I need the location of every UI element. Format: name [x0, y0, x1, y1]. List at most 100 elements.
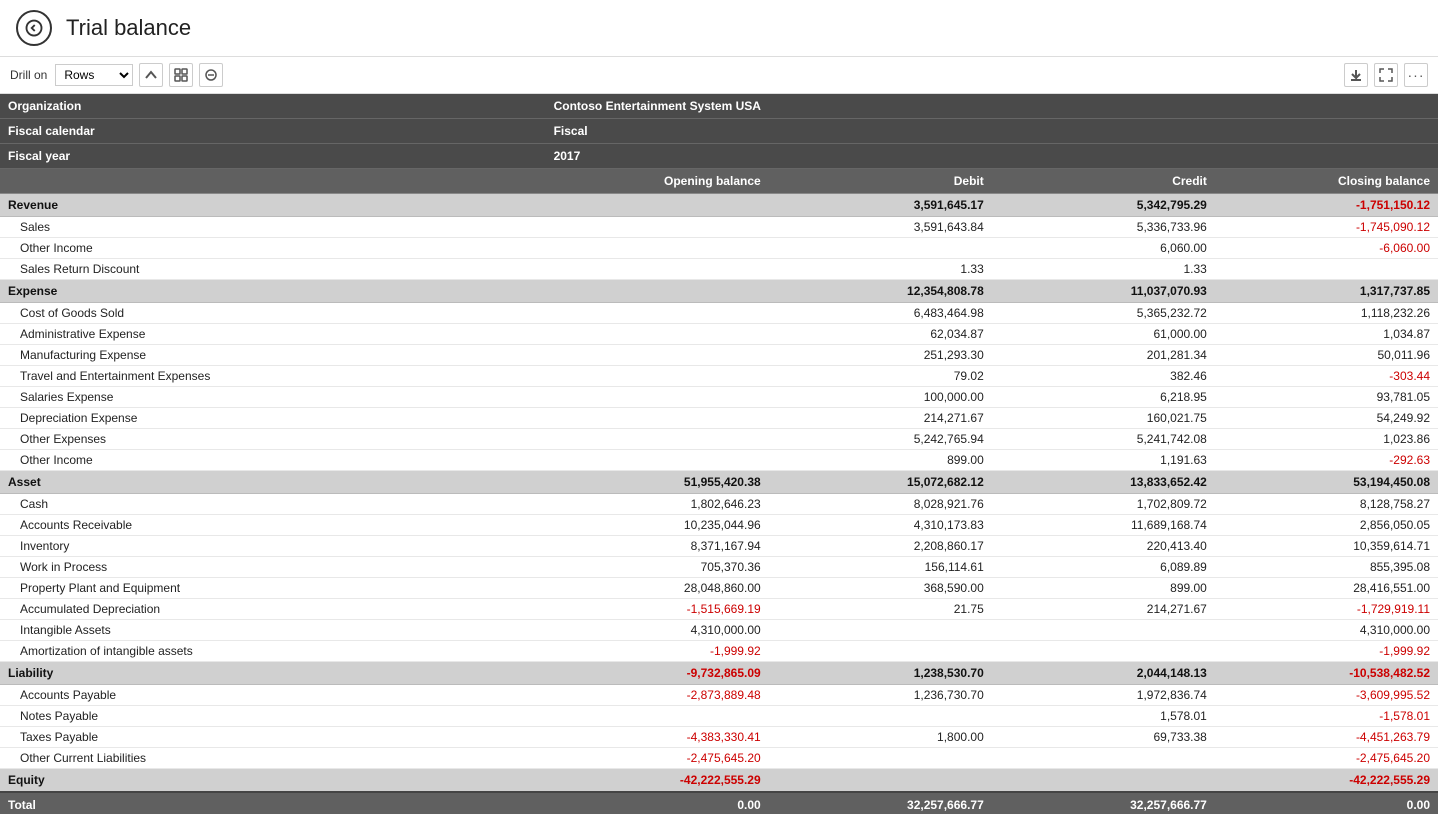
table-cell: 220,413.40: [992, 536, 1215, 557]
table-cell: 6,089.89: [992, 557, 1215, 578]
table-cell: 10,235,044.96: [546, 515, 769, 536]
category-cell: Revenue: [0, 194, 546, 217]
table-row: Accounts Payable-2,873,889.481,236,730.7…: [0, 685, 1438, 706]
category-cell: -10,538,482.52: [1215, 662, 1438, 685]
category-cell: Asset: [0, 471, 546, 494]
table-cell: [546, 303, 769, 324]
category-row: Liability-9,732,865.091,238,530.702,044,…: [0, 662, 1438, 685]
col-closing-header: Closing balance: [1215, 169, 1438, 194]
table-row: Property Plant and Equipment28,048,860.0…: [0, 578, 1438, 599]
table-cell: [546, 387, 769, 408]
category-cell: 2,044,148.13: [992, 662, 1215, 685]
column-header-row: Opening balance Debit Credit Closing bal…: [0, 169, 1438, 194]
category-cell: 1,317,737.85: [1215, 280, 1438, 303]
page-header: Trial balance: [0, 0, 1438, 57]
total-cell: 32,257,666.77: [992, 792, 1215, 814]
category-row: Expense12,354,808.7811,037,070.931,317,7…: [0, 280, 1438, 303]
table-cell: 251,293.30: [769, 345, 992, 366]
fullscreen-button[interactable]: [1374, 63, 1398, 87]
more-options-button[interactable]: ···: [1404, 63, 1428, 87]
category-cell: [992, 769, 1215, 793]
table-cell: -2,873,889.48: [546, 685, 769, 706]
table-cell: [992, 620, 1215, 641]
table-cell: 6,218.95: [992, 387, 1215, 408]
drill-up-button[interactable]: [139, 63, 163, 87]
table-cell: Salaries Expense: [0, 387, 546, 408]
table-cell: 899.00: [992, 578, 1215, 599]
table-cell: Travel and Entertainment Expenses: [0, 366, 546, 387]
table-cell: -1,729,919.11: [1215, 599, 1438, 620]
table-cell: 100,000.00: [769, 387, 992, 408]
total-cell: 0.00: [546, 792, 769, 814]
info-row-year: Fiscal year 2017: [0, 144, 1438, 169]
category-cell: 5,342,795.29: [992, 194, 1215, 217]
table-cell: [546, 324, 769, 345]
category-cell: 13,833,652.42: [992, 471, 1215, 494]
download-button[interactable]: [1344, 63, 1368, 87]
toolbar: Drill on Rows Columns: [0, 57, 1438, 94]
calendar-value: Fiscal: [546, 119, 1438, 144]
table-cell: 69,733.38: [992, 727, 1215, 748]
table-cell: Other Income: [0, 450, 546, 471]
category-cell: 53,194,450.08: [1215, 471, 1438, 494]
category-row: Asset51,955,420.3815,072,682.1213,833,65…: [0, 471, 1438, 494]
table-cell: -2,475,645.20: [546, 748, 769, 769]
table-cell: -6,060.00: [1215, 238, 1438, 259]
category-cell: 11,037,070.93: [992, 280, 1215, 303]
table-cell: -3,609,995.52: [1215, 685, 1438, 706]
table-row: Accounts Receivable10,235,044.964,310,17…: [0, 515, 1438, 536]
table-cell: [546, 366, 769, 387]
table-cell: [992, 748, 1215, 769]
table-cell: 28,048,860.00: [546, 578, 769, 599]
total-row: Total0.0032,257,666.7732,257,666.770.00: [0, 792, 1438, 814]
back-button[interactable]: [16, 10, 52, 46]
col-opening-header: Opening balance: [546, 169, 769, 194]
table-cell: -1,999.92: [1215, 641, 1438, 662]
trial-balance-table: Organization Contoso Entertainment Syste…: [0, 94, 1438, 814]
table-row: Cost of Goods Sold6,483,464.985,365,232.…: [0, 303, 1438, 324]
table-cell: Cash: [0, 494, 546, 515]
year-label: Fiscal year: [0, 144, 546, 169]
table-cell: Accounts Receivable: [0, 515, 546, 536]
col-debit-header: Debit: [769, 169, 992, 194]
table-cell: 1,023.86: [1215, 429, 1438, 450]
table-cell: Property Plant and Equipment: [0, 578, 546, 599]
total-cell: Total: [0, 792, 546, 814]
table-cell: Other Current Liabilities: [0, 748, 546, 769]
table-cell: -303.44: [1215, 366, 1438, 387]
category-cell: [546, 194, 769, 217]
table-cell: 28,416,551.00: [1215, 578, 1438, 599]
category-row: Equity-42,222,555.29-42,222,555.29: [0, 769, 1438, 793]
table-row: Taxes Payable-4,383,330.411,800.0069,733…: [0, 727, 1438, 748]
org-label: Organization: [0, 94, 546, 119]
table-cell: 5,242,765.94: [769, 429, 992, 450]
category-cell: 3,591,645.17: [769, 194, 992, 217]
category-cell: 15,072,682.12: [769, 471, 992, 494]
table-cell: 93,781.05: [1215, 387, 1438, 408]
table-cell: Inventory: [0, 536, 546, 557]
table-cell: [546, 706, 769, 727]
org-value: Contoso Entertainment System USA: [546, 94, 1438, 119]
table-cell: Amortization of intangible assets: [0, 641, 546, 662]
table-cell: 3,591,643.84: [769, 217, 992, 238]
collapse-button[interactable]: [199, 63, 223, 87]
table-cell: 1,972,836.74: [992, 685, 1215, 706]
table-cell: 1.33: [769, 259, 992, 280]
table-cell: 1,236,730.70: [769, 685, 992, 706]
drill-select[interactable]: Rows Columns: [55, 64, 133, 86]
table-row: Inventory8,371,167.942,208,860.17220,413…: [0, 536, 1438, 557]
table-cell: Sales Return Discount: [0, 259, 546, 280]
table-cell: 382.46: [992, 366, 1215, 387]
table-container: Organization Contoso Entertainment Syste…: [0, 94, 1438, 814]
table-cell: Notes Payable: [0, 706, 546, 727]
table-cell: 855,395.08: [1215, 557, 1438, 578]
table-row: Amortization of intangible assets -1,999.…: [0, 641, 1438, 662]
expand-button[interactable]: [169, 63, 193, 87]
table-cell: 21.75: [769, 599, 992, 620]
table-cell: 6,060.00: [992, 238, 1215, 259]
table-cell: 1,034.87: [1215, 324, 1438, 345]
table-row: Other Current Liabilities-2,475,645.20-2…: [0, 748, 1438, 769]
table-cell: [769, 706, 992, 727]
table-cell: [546, 345, 769, 366]
table-cell: -1,745,090.12: [1215, 217, 1438, 238]
